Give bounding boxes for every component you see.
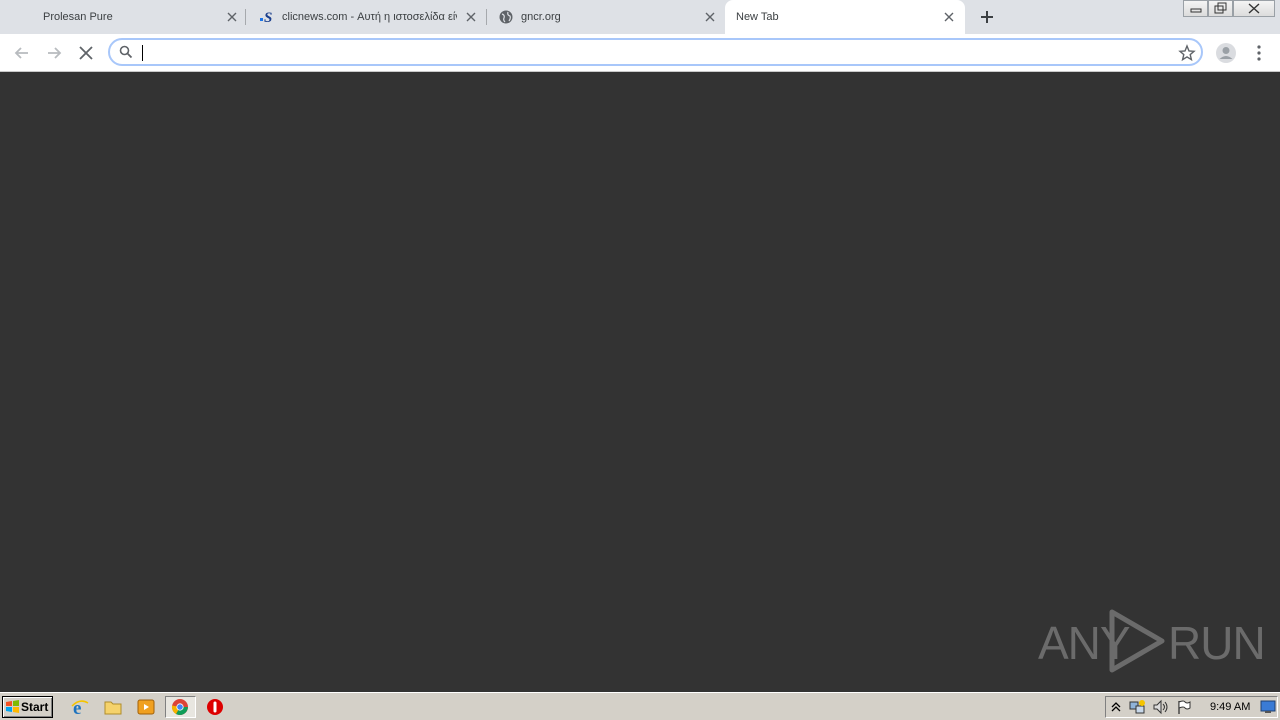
- text-caret: [142, 45, 143, 61]
- media-player-icon[interactable]: [136, 697, 156, 717]
- tab-title: Prolesan Pure: [43, 11, 113, 23]
- close-tab-icon[interactable]: [704, 11, 716, 23]
- close-tab-icon[interactable]: [943, 11, 955, 23]
- clock[interactable]: 9:49 AM: [1210, 701, 1250, 713]
- minimize-button[interactable]: [1183, 0, 1208, 17]
- flag-icon[interactable]: [1176, 699, 1192, 715]
- close-tab-icon[interactable]: [226, 11, 238, 23]
- volume-icon[interactable]: [1152, 699, 1170, 715]
- system-tray: 9:49 AM: [1105, 696, 1278, 718]
- minimize-icon: [1190, 8, 1202, 13]
- network-icon[interactable]: [1128, 699, 1146, 715]
- taskbar: Start e 9:49 AM: [0, 692, 1280, 720]
- back-arrow-icon[interactable]: [11, 42, 33, 64]
- kebab-menu-icon[interactable]: [1249, 42, 1269, 64]
- plus-icon[interactable]: [977, 7, 997, 27]
- restore-icon: [1214, 2, 1227, 14]
- folder-icon[interactable]: [103, 697, 123, 717]
- ie-icon[interactable]: e: [70, 697, 90, 717]
- chrome-taskbar-button[interactable]: [165, 696, 196, 718]
- tab-prolesan[interactable]: Prolesan Pure: [0, 0, 246, 34]
- tab-title: New Tab: [736, 11, 779, 23]
- page-content: [0, 72, 1280, 692]
- address-input[interactable]: [140, 43, 1140, 61]
- tab-strip: Prolesan Pure S clicnews.com - Αυτή η ισ…: [0, 0, 1280, 34]
- browser-toolbar: [0, 34, 1280, 72]
- anyrun-watermark: ANY RUN: [1038, 608, 1266, 674]
- tray-chevron-icon[interactable]: [1110, 700, 1122, 714]
- chrome-icon: [171, 699, 188, 716]
- start-button[interactable]: Start: [2, 696, 53, 718]
- stop-loading-icon[interactable]: [75, 42, 97, 64]
- tab-clicnews[interactable]: S clicnews.com - Αυτή η ιστοσελίδα είν: [247, 0, 487, 34]
- tab-title: gncr.org: [521, 11, 561, 23]
- star-icon[interactable]: [1178, 44, 1196, 62]
- tab-title: clicnews.com - Αυτή η ιστοσελίδα είν: [282, 11, 457, 23]
- svg-text:S: S: [264, 10, 272, 25]
- clicnews-s-icon: S: [260, 10, 272, 25]
- tab-separator: [486, 9, 487, 25]
- profile-avatar-icon[interactable]: [1215, 42, 1237, 64]
- search-icon: [119, 45, 133, 59]
- opera-icon[interactable]: [205, 697, 225, 717]
- close-window-button[interactable]: [1233, 0, 1275, 17]
- tab-separator: [245, 9, 246, 25]
- restore-button[interactable]: [1208, 0, 1233, 17]
- play-logo-icon: [1109, 609, 1165, 673]
- address-bar[interactable]: [108, 38, 1203, 66]
- globe-icon: [499, 10, 513, 24]
- tab-gncr[interactable]: gncr.org: [488, 0, 724, 34]
- watermark-run: RUN: [1168, 617, 1266, 669]
- start-label: Start: [21, 700, 49, 714]
- close-tab-icon[interactable]: [465, 11, 477, 23]
- close-icon: [1248, 3, 1260, 14]
- forward-arrow-icon[interactable]: [43, 42, 65, 64]
- tab-new-tab[interactable]: New Tab: [725, 0, 965, 34]
- show-desktop-icon[interactable]: [1260, 700, 1276, 714]
- windows-logo-icon: [6, 700, 19, 713]
